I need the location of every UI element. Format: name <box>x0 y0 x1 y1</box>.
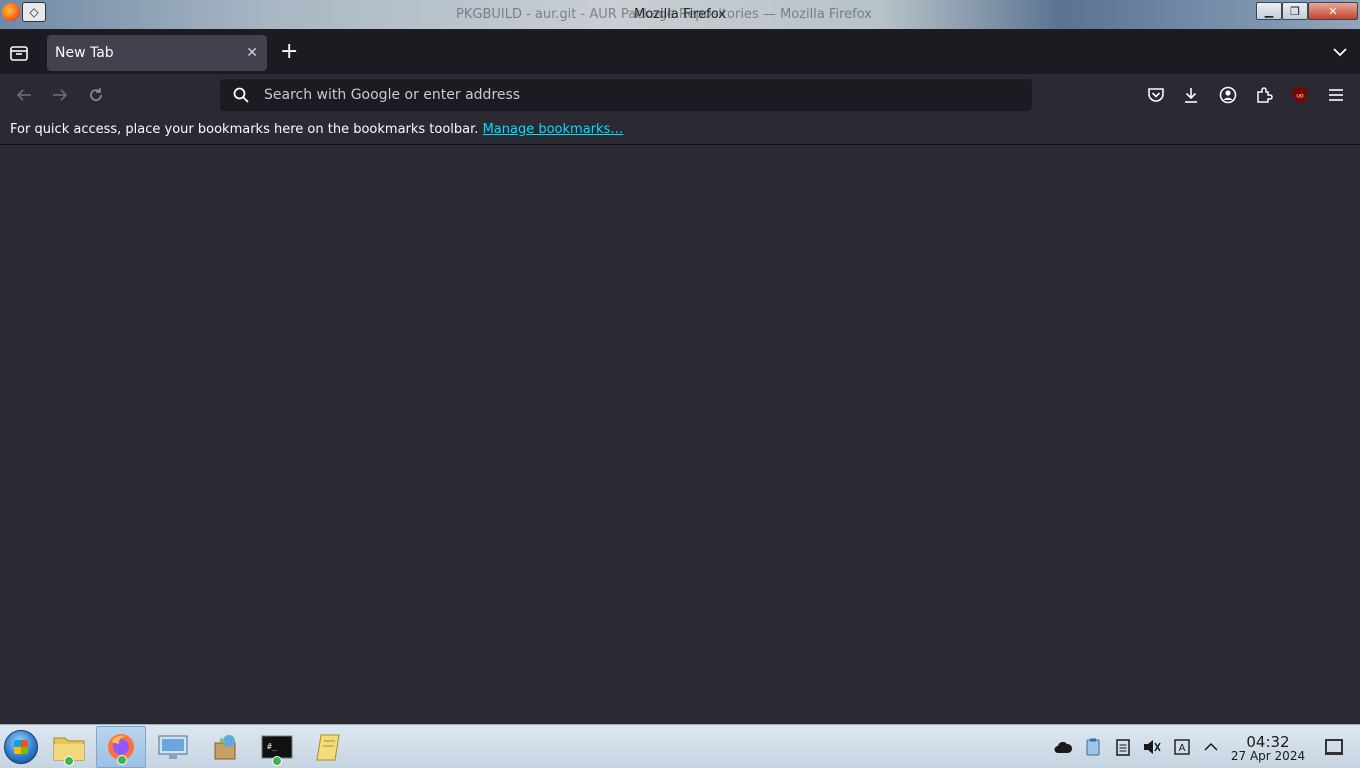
forward-button[interactable] <box>50 85 70 105</box>
taskbar-terminal[interactable]: #_ <box>252 726 302 768</box>
bookmarks-toolbar: For quick access, place your bookmarks h… <box>0 116 1360 145</box>
reload-button[interactable] <box>86 85 106 105</box>
show-desktop-icon[interactable] <box>1325 739 1343 755</box>
running-indicator <box>117 755 127 765</box>
new-tab-button[interactable]: + <box>280 41 298 63</box>
running-indicator <box>272 756 282 766</box>
tab-new-tab[interactable]: New Tab ✕ <box>47 35 267 71</box>
clock-date[interactable]: 27 Apr 2024 <box>1226 749 1310 763</box>
page-content[interactable] <box>0 146 1360 724</box>
manage-bookmarks-link[interactable]: Manage bookmarks… <box>483 122 624 137</box>
account-icon[interactable] <box>1219 86 1237 104</box>
bookmarks-message-container: For quick access, place your bookmarks h… <box>10 122 623 137</box>
address-bar[interactable] <box>220 79 1032 111</box>
pocket-icon[interactable] <box>1147 86 1165 104</box>
tab-strip: New Tab ✕ + <box>0 30 1360 74</box>
back-button[interactable] <box>14 85 34 105</box>
input-method-icon[interactable]: A <box>1173 738 1191 756</box>
search-icon <box>233 87 249 103</box>
navigation-toolbar: uo <box>0 74 1360 116</box>
taskbar-package-installer[interactable] <box>200 726 250 768</box>
notes-icon[interactable] <box>1114 738 1132 756</box>
svg-text:#_: #_ <box>267 742 277 751</box>
minimize-button[interactable]: ▁ <box>1256 2 1282 20</box>
ublock-icon[interactable]: uo <box>1291 86 1309 104</box>
close-window-button[interactable]: ✕ <box>1308 2 1358 20</box>
taskbar: #_ A 04:32 27 Apr 2024 <box>0 724 1360 768</box>
monitor-network-icon <box>158 735 188 759</box>
extensions-icon[interactable] <box>1255 86 1273 104</box>
window-titlebar[interactable]: ◇ PKGBUILD - aur.git - AUR Package Repos… <box>0 0 1360 30</box>
notepad-icon <box>316 734 340 761</box>
taskbar-network-settings[interactable] <box>148 726 198 768</box>
taskbar-notes[interactable] <box>304 726 354 768</box>
menu-icon[interactable] <box>1327 86 1345 104</box>
list-all-tabs-icon[interactable] <box>1332 44 1348 60</box>
downloads-icon[interactable] <box>1182 86 1200 104</box>
taskbar-firefox[interactable] <box>96 726 146 768</box>
volume-muted-icon[interactable] <box>1143 738 1161 756</box>
package-installer-icon <box>214 735 236 760</box>
firefox-view-icon[interactable] <box>9 43 29 63</box>
svg-text:A: A <box>1179 743 1186 754</box>
cloud-icon[interactable] <box>1054 738 1072 756</box>
start-menu-button[interactable] <box>4 730 38 764</box>
maximize-button[interactable]: ❐ <box>1282 2 1308 20</box>
chevron-up-icon[interactable] <box>1202 738 1220 756</box>
running-indicator <box>64 756 74 766</box>
svg-text:uo: uo <box>1296 93 1304 100</box>
window-title: Mozilla Firefox <box>634 7 726 22</box>
bookmarks-empty-message: For quick access, place your bookmarks h… <box>10 122 479 137</box>
close-tab-icon[interactable]: ✕ <box>246 45 258 61</box>
taskbar-file-manager[interactable] <box>44 726 94 768</box>
url-input[interactable] <box>264 85 1004 105</box>
tab-label: New Tab <box>55 45 114 61</box>
clipboard-icon[interactable] <box>1084 738 1102 756</box>
